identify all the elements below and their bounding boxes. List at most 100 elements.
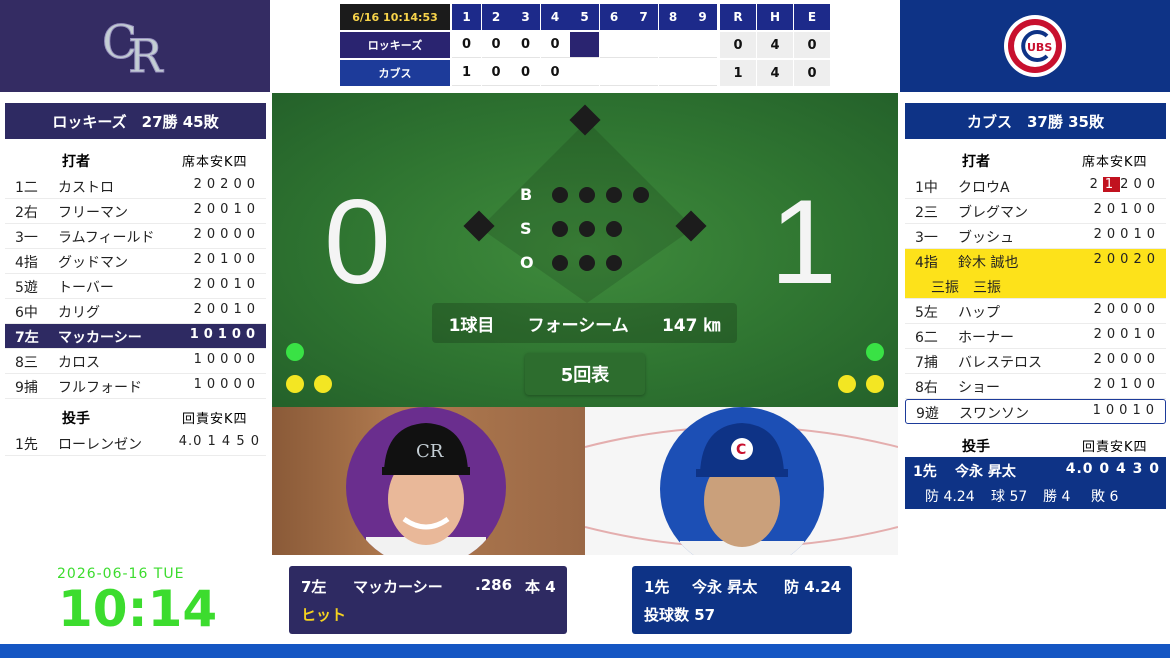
batter-name: カストロ: [58, 180, 114, 196]
batter-stats: 20200: [193, 177, 260, 192]
at-bat-history: 三振 三振: [931, 280, 1001, 296]
pitcher-era: 防 4.24: [784, 578, 842, 596]
away-inning-score: [570, 32, 599, 58]
away-batter-row: 9捕 フルフォード 10000: [5, 374, 266, 399]
pitcher-stat-labels: 回責安K四: [1082, 440, 1148, 455]
batter-name: カリグ: [58, 305, 100, 321]
cubs-logo-icon: UBS: [1004, 15, 1066, 77]
batter-name: ブレグマン: [958, 205, 1028, 221]
batter-name: 鈴木 誠也: [958, 255, 1019, 271]
batter-position: 4指: [15, 255, 38, 271]
batter-name: カロス: [58, 355, 100, 371]
batter-stats: 20000: [1093, 352, 1160, 367]
batter-stats: 20010: [1093, 327, 1160, 342]
linescore-time: 6/16 10:14:53: [340, 4, 450, 30]
out-label: O: [520, 253, 534, 272]
away-rhe-value: 0: [720, 32, 756, 58]
highlighted-stat: 1: [1102, 177, 1121, 192]
pitcher-stats: 4.0 0 4 3 0: [1065, 461, 1160, 477]
home-team-name: カブス: [340, 60, 450, 86]
stat-column-labels: 席本安K四: [1082, 155, 1148, 170]
home-inning-score: 1: [452, 60, 481, 86]
away-batter-row: 6中 カリグ 20010: [5, 299, 266, 324]
batter-position: 9遊: [916, 406, 939, 422]
pitcher-photo: C: [585, 407, 898, 555]
inning-header: 8: [658, 4, 688, 30]
home-batter-row: 9遊 スワンソン 10010: [905, 399, 1166, 424]
home-batter-row: 6二 ホーナー 20010: [905, 324, 1166, 349]
batter-position: 6二: [915, 330, 938, 346]
away-batter-row: 1二 カストロ 20200: [5, 174, 266, 199]
home-yellow-light: [838, 375, 856, 393]
away-inning-score: [658, 32, 688, 58]
pitcher-stat-labels: 回責安K四: [182, 412, 248, 427]
scoreboard-screen: C R UBS 6/16 10:14:53 1 2 3 4 5 6 7 8 9 R H E ロッキーズ カブ…: [0, 0, 1170, 658]
batter-position: 9捕: [15, 380, 38, 396]
home-green-light: [866, 343, 884, 361]
away-team-name: ロッキーズ: [340, 32, 450, 58]
batter-name: フリーマン: [58, 205, 128, 221]
batter-position: 5左: [915, 305, 938, 321]
home-rhe-value: 1: [720, 60, 756, 86]
batter-position: 1中: [915, 180, 938, 196]
batter-position: 3一: [15, 230, 38, 246]
away-batter-row: 5遊 トーバー 20010: [5, 274, 266, 299]
home-batter-row: 4指 鈴木 誠也 20020 三振 三振: [905, 249, 1166, 299]
pitcher-name: 今永 昇太: [955, 464, 1016, 480]
batter-position: 1二: [15, 180, 38, 196]
home-rhe-value: 4: [757, 60, 793, 86]
inning-header: 1: [452, 4, 481, 30]
pitch-info: 1球目 フォーシーム 147 ㎞: [432, 303, 737, 343]
pitcher-position: 1先: [913, 464, 937, 480]
batter-stats: 20010: [193, 277, 260, 292]
batter-stats: 20000: [193, 227, 260, 242]
away-inning-score: [629, 32, 658, 58]
ball-light: [606, 187, 622, 203]
inning-header: 5: [570, 4, 599, 30]
batter-position: 8右: [915, 380, 938, 396]
svg-text:R: R: [128, 29, 164, 80]
batter-position: 7左: [301, 578, 327, 596]
away-yellow-light: [286, 375, 304, 393]
pitcher-name: ローレンゼン: [58, 437, 142, 453]
home-team-title: カブス 37勝 35敗: [905, 103, 1166, 139]
batter-position: 7捕: [915, 355, 938, 371]
inning-header: 7: [629, 4, 658, 30]
home-rhe-value: 0: [794, 60, 830, 86]
pitch-speed: 147 ㎞: [661, 315, 721, 336]
home-inning-score: [658, 60, 688, 86]
out-light: [606, 255, 622, 271]
svg-text:UBS: UBS: [1027, 41, 1052, 54]
batter-position: 7左: [15, 330, 39, 346]
pitch-count: 1球目: [448, 315, 495, 336]
batter-stat-part: 200: [1120, 177, 1160, 192]
pitcher-column-label: 投手: [962, 439, 990, 455]
batter-position: 2三: [915, 205, 938, 221]
ball-light: [633, 187, 649, 203]
batter-stats: 10010: [1092, 403, 1159, 418]
out-light: [552, 255, 568, 271]
home-score: 1: [770, 175, 837, 309]
inning-header: 4: [540, 4, 570, 30]
ball-label: B: [520, 185, 533, 204]
home-inning-score: [629, 60, 658, 86]
clock-time: 10:14: [58, 580, 218, 638]
batter-column-label: 打者: [62, 154, 90, 170]
field-display: 0 1 B S O 1球目 フォーシーム 147 ㎞ 5回表: [272, 93, 898, 407]
batter-name: ハップ: [958, 305, 1000, 321]
batter-name: ホーナー: [958, 330, 1014, 346]
batter-name: ショー: [958, 380, 1000, 396]
rhe-header: H: [757, 4, 793, 30]
svg-text:C: C: [736, 442, 746, 458]
batter-position: 8三: [15, 355, 38, 371]
batter-position: 4指: [915, 255, 938, 271]
linescore: 6/16 10:14:53 1 2 3 4 5 6 7 8 9 R H E ロッキーズ カブス 0 0 0 0 0 4 0…: [340, 4, 830, 88]
batter-stats: 10000: [193, 352, 260, 367]
batter-stats: 20010: [193, 202, 260, 217]
inning-header: 9: [688, 4, 717, 30]
rockies-logo-icon: C R: [102, 15, 165, 81]
away-rhe-value: 4: [757, 32, 793, 58]
batter-name: マッカーシー: [353, 578, 443, 596]
batter-column-label: 打者: [962, 154, 990, 170]
away-team-title: ロッキーズ 27勝 45敗: [5, 103, 266, 139]
